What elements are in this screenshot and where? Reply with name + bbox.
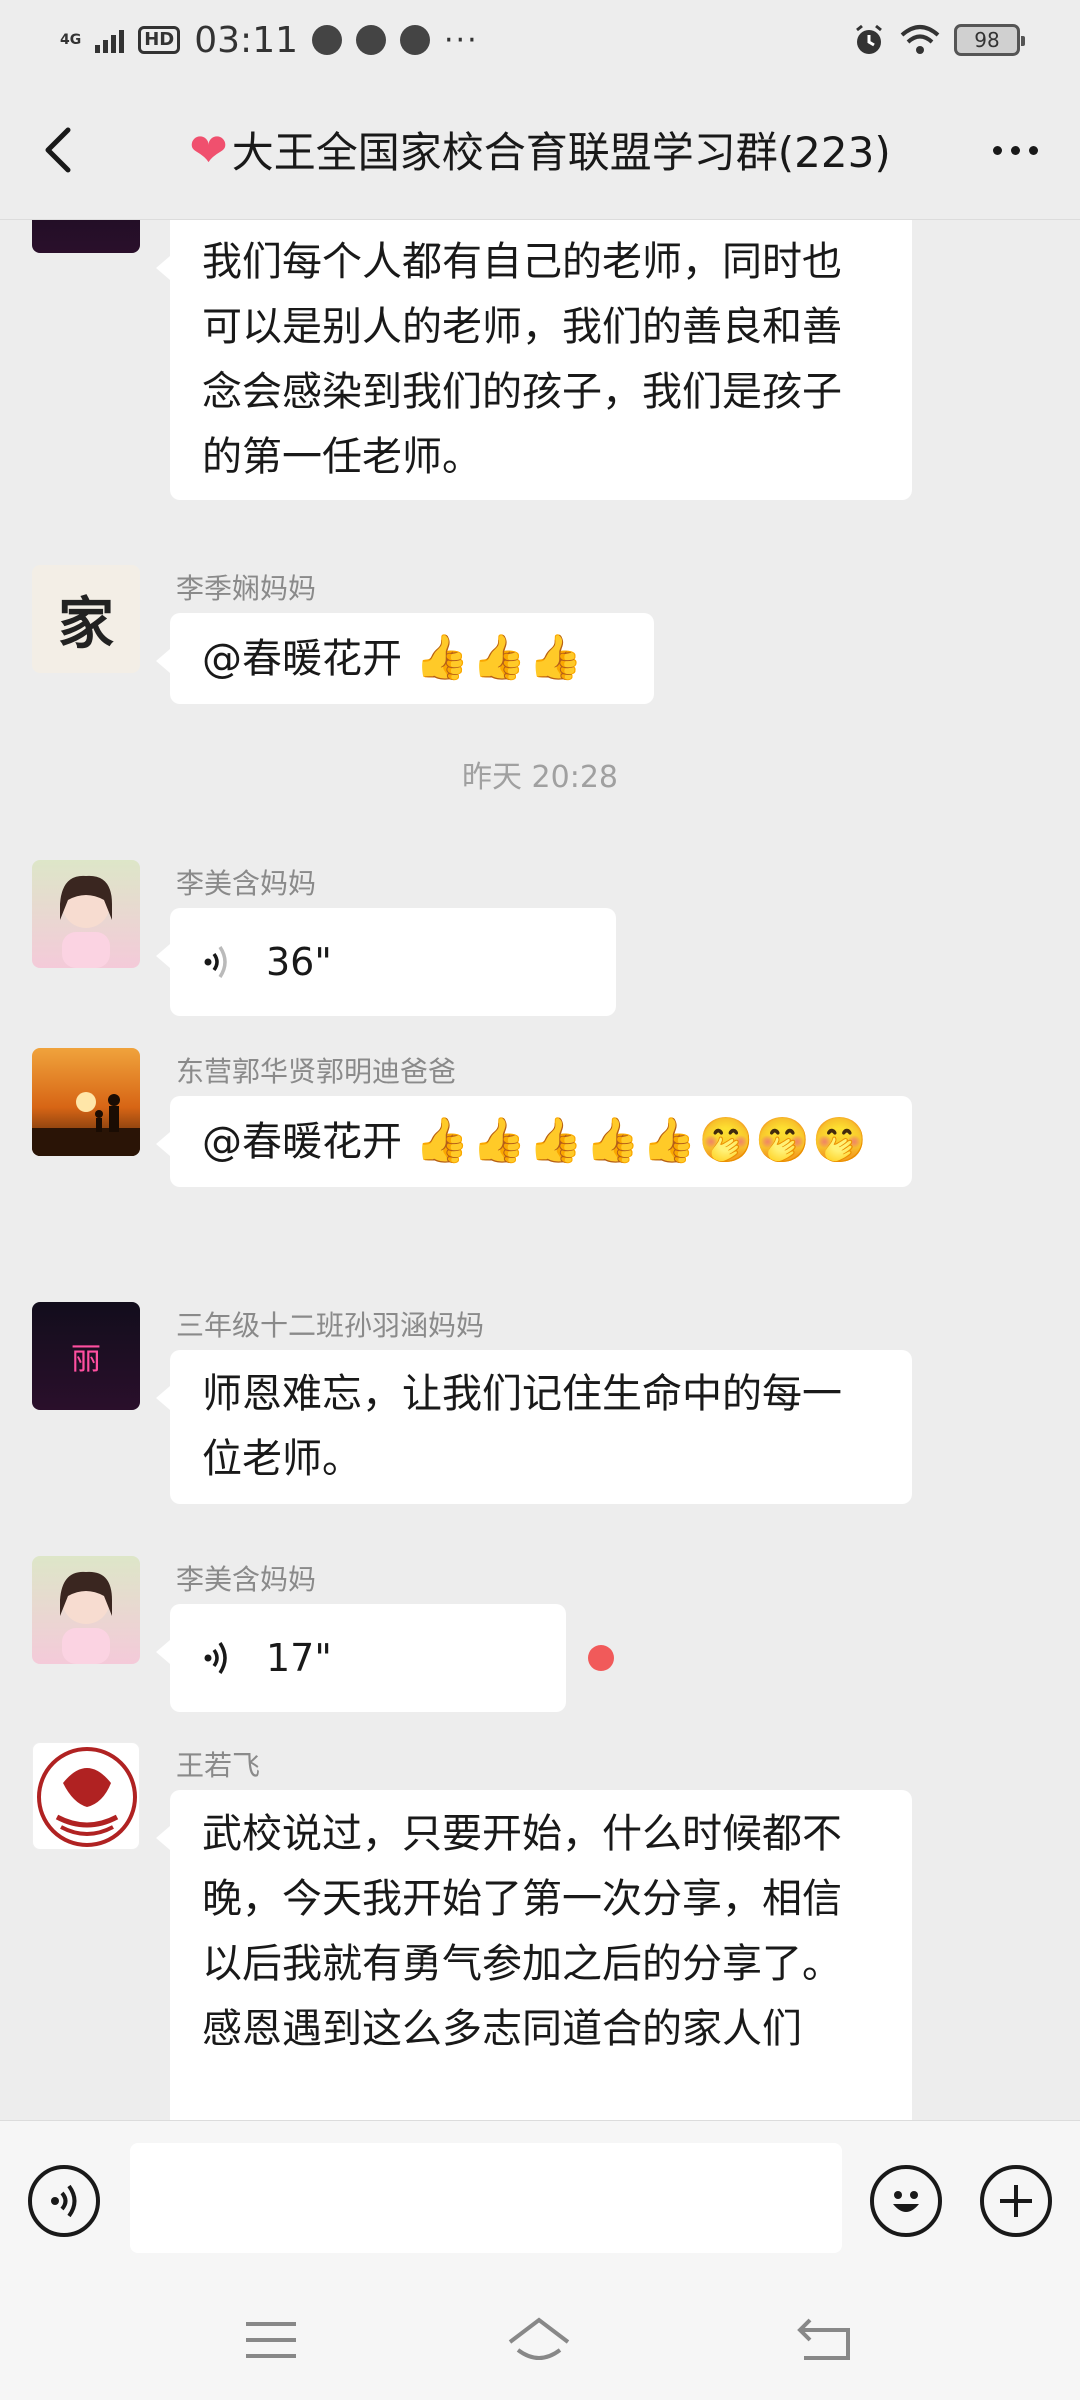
message-text: 我们每个人都有自己的老师，同时也可以是别人的老师，我们的善良和善念会感染到我们的… xyxy=(202,239,842,480)
timestamp-separator: 昨天 20:28 xyxy=(462,760,618,795)
message-bubble[interactable]: @春暖花开 👍👍👍 xyxy=(156,613,654,704)
status-left: 4G HD 03:11 ··· xyxy=(60,20,479,61)
sunset-image xyxy=(32,1092,140,1156)
input-bar xyxy=(0,2120,1080,2280)
message-bubble[interactable]: 我们每个人都有自己的老师，同时也可以是别人的老师，我们的善良和善念会感染到我们的… xyxy=(156,220,912,500)
sender-name[interactable]: 李美含妈妈 xyxy=(176,862,316,902)
sender-name[interactable]: 三年级十二班孙羽涵妈妈 xyxy=(176,1304,484,1344)
portrait-image xyxy=(60,1571,112,1664)
heart-icon: ❤ xyxy=(189,122,228,177)
avatar[interactable] xyxy=(32,1742,140,1850)
fan-icon xyxy=(400,25,430,55)
voice-duration: 17" xyxy=(266,1635,332,1680)
more-actions-button[interactable] xyxy=(980,2165,1052,2237)
network-type: 4G xyxy=(60,32,82,48)
message-bubble[interactable]: @春暖花开 👍👍👍👍👍🤭🤭🤭 xyxy=(156,1096,912,1187)
voice-duration: 36" xyxy=(266,939,332,984)
sender-name[interactable]: 李季娴妈妈 xyxy=(176,567,316,607)
avatar[interactable] xyxy=(32,220,140,253)
home-icon[interactable] xyxy=(504,2310,574,2370)
portrait-image xyxy=(60,875,112,968)
back-nav-icon[interactable] xyxy=(790,2310,860,2370)
seal-logo-image xyxy=(37,1747,137,1847)
compass-icon xyxy=(312,25,342,55)
status-bar: 4G HD 03:11 ··· 98 xyxy=(0,0,1080,80)
chat-header: ❤ 大王全国家校合育联盟学习群(223) xyxy=(0,80,1080,220)
voice-message-bubble[interactable]: 17" xyxy=(156,1604,566,1712)
message-text: 师恩难忘，让我们记住生命中的每一位老师。 xyxy=(202,1371,842,1482)
smiley-icon xyxy=(893,2191,919,2212)
chat-title[interactable]: ❤ 大王全国家校合育联盟学习群(223) xyxy=(189,119,890,180)
more-notifications-icon: ··· xyxy=(444,22,479,58)
sender-name[interactable]: 王若飞 xyxy=(176,1744,260,1784)
emoji-button[interactable] xyxy=(870,2165,942,2237)
battery-indicator: 98 xyxy=(954,24,1025,56)
status-right: 98 xyxy=(852,23,1025,57)
avatar[interactable] xyxy=(32,1556,140,1664)
chat-notification-icon xyxy=(356,25,386,55)
voice-wave-icon xyxy=(204,1642,227,1674)
back-button[interactable] xyxy=(30,120,90,180)
avatar-text: 丽 xyxy=(71,1342,101,1377)
voice-wave-icon xyxy=(204,946,227,978)
voice-icon xyxy=(51,2184,77,2218)
thumbs-up-emoji: 👍👍👍👍👍🤭🤭🤭 xyxy=(414,1115,869,1166)
plus-icon xyxy=(1000,2185,1032,2217)
menu-icon[interactable] xyxy=(236,2310,306,2370)
avatar[interactable]: 家 xyxy=(32,565,140,673)
avatar[interactable] xyxy=(32,860,140,968)
message-input[interactable] xyxy=(130,2143,842,2253)
alarm-icon xyxy=(856,24,882,54)
avatar[interactable]: 丽 xyxy=(32,1302,140,1410)
message-bubble[interactable]: 武校说过，只要开始，什么时候都不晚，今天我开始了第一次分享，相信以后我就有勇气参… xyxy=(156,1790,912,2120)
unread-indicator xyxy=(588,1645,614,1671)
hd-icon: HD xyxy=(138,26,181,54)
clock: 03:11 xyxy=(194,19,298,61)
message-text: @春暖花开 xyxy=(202,636,415,682)
chat-title-text: 大王全国家校合育联盟学习群(223) xyxy=(231,128,891,177)
sender-name[interactable]: 李美含妈妈 xyxy=(176,1558,316,1598)
message-list[interactable]: 我们每个人都有自己的老师，同时也可以是别人的老师，我们的善良和善念会感染到我们的… xyxy=(0,220,1080,2120)
message-text: 武校说过，只要开始，什么时候都不晚，今天我开始了第一次分享，相信以后我就有勇气参… xyxy=(202,1811,842,2052)
voice-message-bubble[interactable]: 36" xyxy=(156,908,616,1016)
wifi-icon xyxy=(900,25,940,54)
system-nav-bar xyxy=(0,2280,1080,2400)
avatar[interactable] xyxy=(32,1048,140,1156)
thumbs-up-emoji: 👍👍👍 xyxy=(414,632,586,683)
signal-icon xyxy=(95,27,125,53)
sender-name[interactable]: 东营郭华贤郭明迪爸爸 xyxy=(176,1050,456,1090)
message-bubble[interactable]: 师恩难忘，让我们记住生命中的每一位老师。 xyxy=(156,1350,912,1504)
more-options-button[interactable] xyxy=(980,120,1050,180)
message-text: @春暖花开 xyxy=(202,1119,415,1165)
voice-input-button[interactable] xyxy=(28,2165,100,2237)
